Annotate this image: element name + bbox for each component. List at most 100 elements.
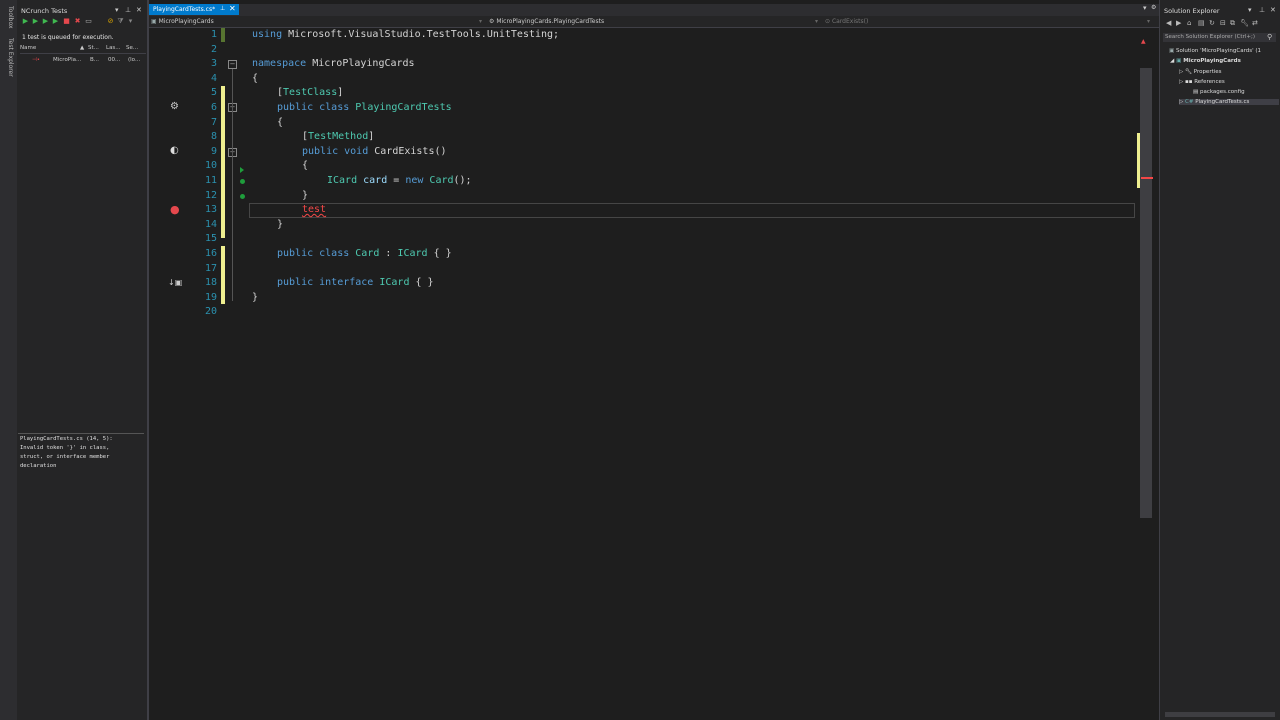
code-editor[interactable]: ⚙ ◐ ● ↓▣ − − − 1using Microsoft.VisualSt… xyxy=(149,28,1137,720)
line-number: 13 xyxy=(204,204,217,216)
tree-item-solution[interactable]: ▣ Solution 'MicroPlayingCards' (1 xyxy=(1169,48,1261,54)
keyword: public interface xyxy=(277,277,374,289)
run-impacted-icon[interactable]: ▶ xyxy=(32,18,39,25)
forward-icon[interactable]: ▶ xyxy=(1176,19,1181,27)
run-failing-icon[interactable]: ▶ xyxy=(52,18,59,25)
brace: { } xyxy=(433,248,452,259)
run-all-icon[interactable]: ▶ xyxy=(22,18,29,25)
stop-icon[interactable]: ■ xyxy=(63,18,70,25)
line-number: 7 xyxy=(210,116,217,128)
tree-item-properties[interactable]: ▷ 🔧︎ Properties xyxy=(1179,69,1222,75)
pin-icon[interactable]: ⊥ xyxy=(1259,6,1265,14)
column-se[interactable]: Se... xyxy=(126,45,138,51)
brace: } xyxy=(277,218,284,230)
class-dropdown[interactable]: ⚙ MicroPlayingCards.PlayingCardTests xyxy=(489,18,604,25)
tool-strip: Toolbox Test Explorer xyxy=(0,0,18,720)
test-last: 00... xyxy=(108,57,121,63)
back-icon[interactable]: ◀ xyxy=(1166,19,1171,27)
interface-name: ICard xyxy=(379,277,410,289)
method-name: CardExists() xyxy=(374,145,447,157)
scrollbar-thumb[interactable] xyxy=(1140,68,1152,518)
class-dropdown-label: MicroPlayingCards.PlayingCardTests xyxy=(496,18,605,25)
line-number: 9 xyxy=(210,145,217,157)
pin-icon[interactable]: ⊥ xyxy=(125,6,131,14)
close-icon[interactable]: ✕ xyxy=(1270,6,1276,14)
attribute-name: TestClass xyxy=(283,87,338,99)
home-icon[interactable]: ⌂ xyxy=(1187,19,1191,27)
csharp-file-icon: C# xyxy=(1184,99,1196,105)
member-dropdown-label: CardExists() xyxy=(831,18,869,25)
member-dropdown[interactable]: ⊙ CardExists() xyxy=(825,18,868,25)
test-explorer-tab[interactable]: Test Explorer xyxy=(2,38,14,77)
code-line: 10 { xyxy=(149,159,1137,174)
settings-icon[interactable]: ⚙ xyxy=(1151,4,1156,11)
keyword: public void xyxy=(302,145,369,157)
tree-item-label: packages.config xyxy=(1199,89,1245,95)
code-line: 15 xyxy=(149,232,1137,247)
line-number: 1 xyxy=(210,29,217,40)
brace: } xyxy=(302,189,309,201)
code-line: 5 [TestClass] xyxy=(149,86,1137,101)
pin-icon[interactable]: ⊥ xyxy=(220,5,225,12)
line-number: 2 xyxy=(210,43,217,55)
tree-item-playingcardtests[interactable]: ▷ C# PlayingCardTests.cs xyxy=(1179,99,1279,105)
tab-playingcardtests[interactable]: PlayingCardTests.cs* ⊥ ✕ xyxy=(149,4,239,15)
close-tab-icon[interactable]: ✕ xyxy=(229,4,236,13)
monitor-icon[interactable]: ▭ xyxy=(85,18,92,25)
column-last[interactable]: Las... xyxy=(106,45,121,51)
tree-item-packages-config[interactable]: ▤ packages.config xyxy=(1193,89,1245,95)
run-selected-icon[interactable]: ▶ xyxy=(42,18,49,25)
table-row[interactable]: ⊣• MicroPla... B... 00... (lo... xyxy=(20,57,146,65)
show-all-files-icon[interactable]: ⧉ xyxy=(1230,19,1235,28)
project-dropdown[interactable]: ▣ MicroPlayingCards xyxy=(151,18,214,25)
tab-overflow-icon[interactable]: ▾ xyxy=(1143,4,1147,12)
collapse-all-icon[interactable]: ⊟ xyxy=(1220,19,1226,27)
sync-icon[interactable]: ⇄ xyxy=(1252,19,1258,27)
navigation-bar: ▣ MicroPlayingCards ▾ ⚙ MicroPlayingCard… xyxy=(149,16,1159,28)
class-name: Card xyxy=(355,248,380,259)
type-name: Card xyxy=(429,175,454,186)
chevron-down-icon: ▾ xyxy=(815,18,819,25)
close-icon[interactable]: ✕ xyxy=(136,6,142,14)
ncrunch-column-headers: Name ▲ St... Las... Se... xyxy=(20,45,146,54)
search-placeholder: Search Solution Explorer (Ctrl+;) xyxy=(1165,34,1255,40)
tree-item-project[interactable]: ◢ ▣ MicroPlayingCards xyxy=(1170,58,1241,64)
dropdown-icon[interactable]: ▾ xyxy=(1248,6,1252,14)
namespace-name: MicroPlayingCards xyxy=(312,58,415,70)
filter-icon[interactable]: ⧩ xyxy=(117,18,124,25)
tree-item-label: Solution 'MicroPlayingCards' (1 xyxy=(1175,48,1262,54)
toolbox-tab[interactable]: Toolbox xyxy=(2,6,14,29)
failed-test-icon: ⊣• xyxy=(32,57,41,63)
solution-explorer-title: Solution Explorer xyxy=(1164,7,1220,15)
brace: { xyxy=(302,160,309,172)
tree-item-references[interactable]: ▷ ▪▪ References xyxy=(1179,79,1225,85)
divider xyxy=(18,433,144,434)
error-overview-marker xyxy=(1141,177,1153,179)
editor-vertical-scrollbar[interactable]: ▲ xyxy=(1137,28,1157,720)
history-icon[interactable]: ↻ xyxy=(1209,19,1215,27)
error-details-text: PlayingCardTests.cs (14, 5): Invalid tok… xyxy=(20,436,113,469)
test-name: MicroPla... xyxy=(53,57,82,63)
column-status[interactable]: St... xyxy=(88,45,99,51)
code-line: 14} xyxy=(149,218,1137,233)
attribute-name: TestMethod xyxy=(308,131,369,143)
clear-icon[interactable]: ✖ xyxy=(74,18,81,25)
column-name[interactable]: Name xyxy=(20,45,36,51)
solution-search-input[interactable]: Search Solution Explorer (Ctrl+;) ⚲ xyxy=(1163,33,1276,42)
line-number: 5 xyxy=(210,87,217,99)
properties-icon[interactable]: 🔧︎ xyxy=(1240,19,1249,27)
change-overview-marker xyxy=(1137,133,1140,188)
switch-views-icon[interactable]: ▤ xyxy=(1198,19,1205,27)
chevron-down-icon: ▾ xyxy=(479,18,483,25)
dropdown-icon[interactable]: ▾ xyxy=(115,6,119,14)
code-line: 11 ICard card = new Card(); xyxy=(149,174,1137,189)
settings-icon[interactable]: ▾ xyxy=(127,18,134,25)
brace: { xyxy=(252,72,259,84)
code-line: 4{ xyxy=(149,72,1137,87)
ignore-icon[interactable]: ⊘ xyxy=(107,18,114,25)
sort-icon: ▲ xyxy=(80,45,85,51)
code-line: 12} xyxy=(149,189,1137,204)
code-line: 16 public class Card : ICard { } xyxy=(149,247,1137,262)
wrench-icon: 🔧︎ xyxy=(1184,69,1194,75)
horizontal-scrollbar[interactable] xyxy=(1165,712,1275,717)
